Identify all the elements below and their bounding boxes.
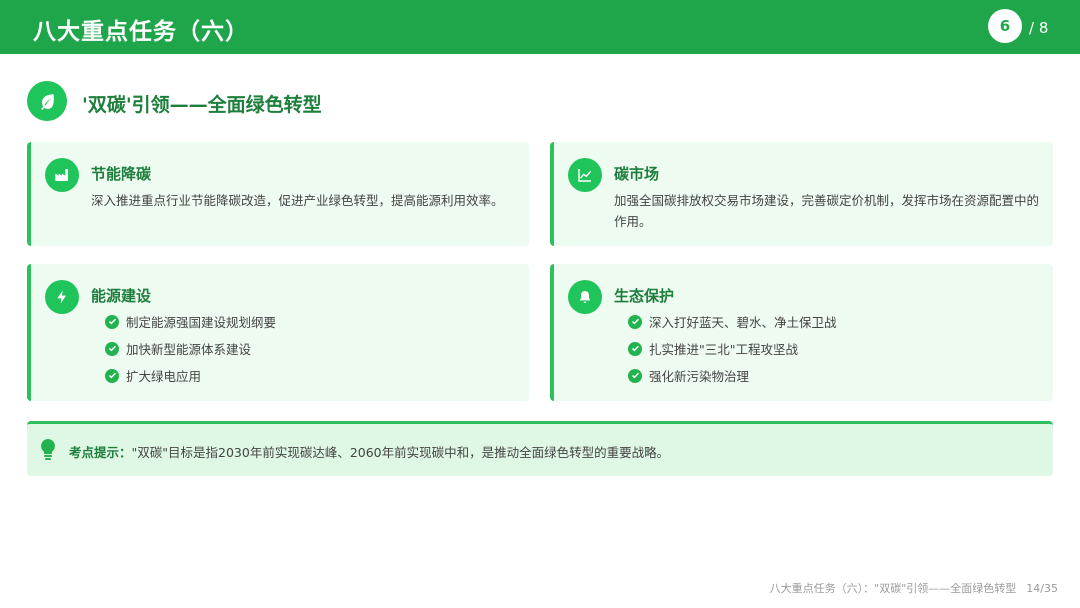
card-title: 能源建设 [91,287,152,305]
card-energy-saving: 节能降碳 深入推进重点行业节能降碳改造，促进产业绿色转型，提高能源利用效率。 [27,142,529,246]
list-item: 强化新污染物治理 [628,362,837,389]
list-item-text: 扎实推进"三北"工程攻坚战 [649,342,798,357]
check-circle-icon [628,314,642,329]
list-item: 深入打好蓝天、碧水、净土保卫战 [628,308,837,335]
factory-icon [45,158,79,192]
card-ecological-protection: 生态保护 深入打好蓝天、碧水、净土保卫战 扎实推进"三北"工程攻坚战 强化新污染… [550,264,1053,401]
card-carbon-market: 碳市场 加强全国碳排放权交易市场建设，完善碳定价机制，发挥市场在资源配置中的作用… [550,142,1053,246]
list-item-text: 加快新型能源体系建设 [126,342,252,357]
bell-icon [568,280,602,314]
card-energy-construction: 能源建设 制定能源强国建设规划纲要 加快新型能源体系建设 扩大绿电应用 [27,264,529,401]
list-item-text: 深入打好蓝天、碧水、净土保卫战 [649,315,837,330]
total-pages: / 8 [1029,19,1049,37]
check-circle-icon [105,368,119,383]
chart-line-icon [568,158,602,192]
lightbulb-icon [39,438,57,464]
check-circle-icon [105,341,119,356]
list-item-text: 制定能源强国建设规划纲要 [126,315,277,330]
card-description: 加强全国碳排放权交易市场建设，完善碳定价机制，发挥市场在资源配置中的作用。 [614,193,1040,229]
list-item: 扩大绿电应用 [105,362,276,389]
list-item: 制定能源强国建设规划纲要 [105,308,276,335]
list-item: 加快新型能源体系建设 [105,335,276,362]
lightning-icon [45,280,79,314]
card-title: 节能降碳 [91,165,152,183]
card-title: 生态保护 [614,287,675,305]
header-bar: 八大重点任务（六） 6 / 8 [0,0,1080,54]
list-item: 扎实推进"三北"工程攻坚战 [628,335,837,362]
exam-tip-text: 考点提示："双碳"目标是指2030年前实现碳达峰、2060年前实现碳中和，是推动… [69,442,669,461]
check-list: 制定能源强国建设规划纲要 加快新型能源体系建设 扩大绿电应用 [105,308,276,389]
exam-tip-label: 考点提示： [69,445,132,460]
section-title: '双碳'引领——全面绿色转型 [82,94,322,116]
check-circle-icon [628,368,642,383]
footer-title: 八大重点任务（六）："双碳"引领——全面绿色转型 [769,582,1017,595]
check-list: 深入打好蓝天、碧水、净土保卫战 扎实推进"三北"工程攻坚战 强化新污染物治理 [628,308,837,389]
card-title: 碳市场 [614,165,660,183]
exam-tip-content: "双碳"目标是指2030年前实现碳达峰、2060年前实现碳中和，是推动全面绿色转… [131,445,670,460]
check-circle-icon [628,341,642,356]
footer: 八大重点任务（六）："双碳"引领——全面绿色转型 14/35 [770,580,1058,596]
page-title: 八大重点任务（六） [33,19,249,45]
exam-tip-box: 考点提示："双碳"目标是指2030年前实现碳达峰、2060年前实现碳中和，是推动… [27,421,1053,476]
leaf-icon [27,81,67,121]
current-page-badge: 6 [988,9,1022,43]
check-circle-icon [105,314,119,329]
card-description: 深入推进重点行业节能降碳改造，促进产业绿色转型，提高能源利用效率。 [91,193,504,208]
list-item-text: 强化新污染物治理 [649,369,750,384]
footer-page-number: 14/35 [1026,582,1058,595]
list-item-text: 扩大绿电应用 [126,369,202,384]
